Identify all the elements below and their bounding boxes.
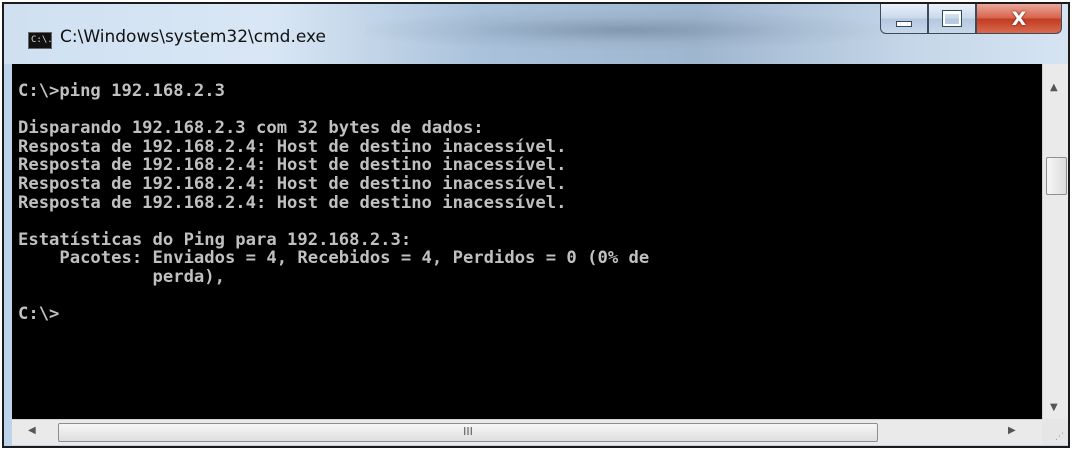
console-line: Resposta de 192.168.2.4: Host de destino… <box>18 173 567 194</box>
console-line: Pacotes: Enviados = 4, Recebidos = 4, Pe… <box>18 248 650 269</box>
console-line: Disparando 192.168.2.3 com 32 bytes de d… <box>18 118 484 139</box>
maximize-button[interactable] <box>928 4 976 34</box>
console-line: Resposta de 192.168.2.4: Host de destino… <box>18 192 567 213</box>
console-line: C:\>ping 192.168.2.3 <box>18 81 225 101</box>
console-line: Resposta de 192.168.2.4: Host de destino… <box>18 155 567 176</box>
close-button[interactable]: X <box>976 4 1062 34</box>
title-bar[interactable]: C:\. C:\Windows\system32\cmd.exe X <box>4 4 1068 64</box>
scroll-thumb-grip-icon: III <box>463 425 473 438</box>
horizontal-scrollbar[interactable]: ◀ III ▶ <box>12 419 1042 445</box>
cmd-icon[interactable]: C:\. <box>28 32 52 49</box>
vertical-scrollbar[interactable]: ▲ ▼ <box>1042 64 1068 419</box>
console-prompt-line: C:\> <box>18 304 60 325</box>
console-line: perda), <box>18 266 225 287</box>
scroll-down-icon[interactable]: ▼ <box>1050 402 1058 413</box>
scroll-left-icon[interactable]: ◀ <box>28 425 36 436</box>
console-line: Estatísticas do Ping para 192.168.2.3: <box>18 229 412 250</box>
resize-grip-icon: ⋰ <box>1055 432 1064 442</box>
cmd-window: C:\. C:\Windows\system32\cmd.exe X C:\>p… <box>2 2 1070 448</box>
scroll-right-icon[interactable]: ▶ <box>1008 425 1016 436</box>
console-line: Resposta de 192.168.2.4: Host de destino… <box>18 136 567 157</box>
console-text: C:\>ping 192.168.2.3 Disparando 192.168.2… <box>12 64 1042 324</box>
minimize-button[interactable] <box>880 4 928 34</box>
vertical-scroll-thumb[interactable] <box>1046 157 1067 195</box>
minimize-icon <box>896 20 912 27</box>
titlebar-background-blur <box>364 10 884 50</box>
maximize-icon <box>942 10 962 27</box>
window-title: C:\Windows\system32\cmd.exe <box>60 27 327 47</box>
horizontal-scroll-thumb[interactable]: III <box>58 423 878 442</box>
scroll-up-icon[interactable]: ▲ <box>1050 82 1058 93</box>
close-icon: X <box>1011 7 1027 30</box>
resize-grip[interactable]: ⋰ <box>1042 419 1068 445</box>
window-controls: X <box>880 4 1062 38</box>
console-output-area[interactable]: C:\>ping 192.168.2.3 Disparando 192.168.2… <box>12 64 1042 419</box>
